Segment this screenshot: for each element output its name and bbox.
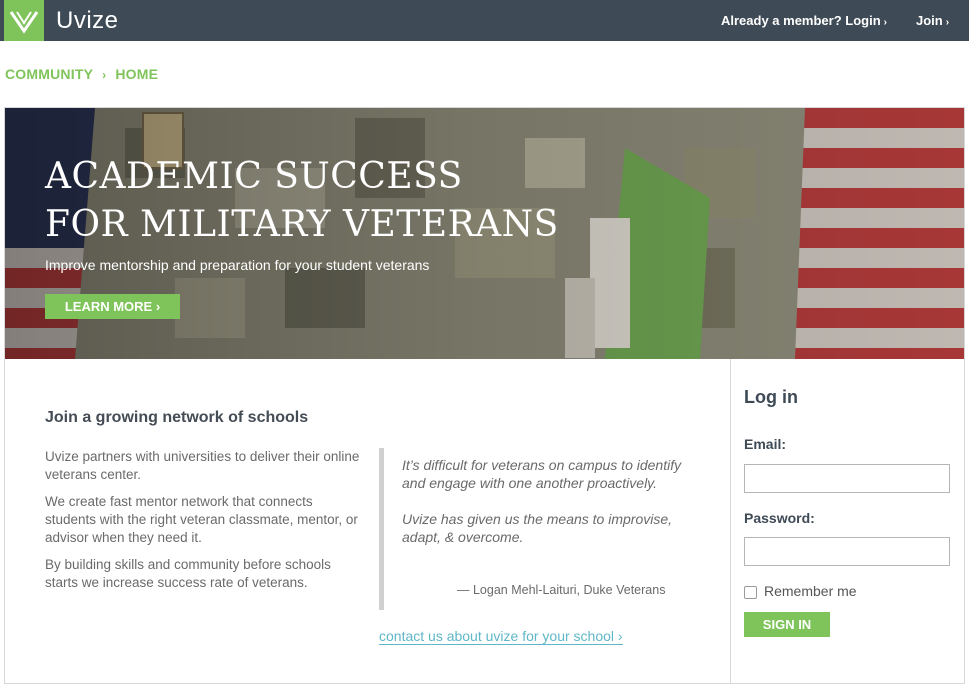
hero-title-line2: for Military Veterans <box>45 204 559 245</box>
network-heading: Join a growing network of schools <box>45 409 309 426</box>
remember-me-label[interactable]: Remember me <box>764 583 857 599</box>
sign-in-button[interactable]: Sign in <box>744 612 830 637</box>
login-link-label: Already a member? Login <box>721 13 881 28</box>
contact-school-link[interactable]: contact us about uvize for your school › <box>379 628 623 645</box>
chevron-right-icon: › <box>883 17 887 28</box>
join-link-label: Join <box>916 13 943 28</box>
hero-subtitle: Improve mentorship and preparation for y… <box>45 257 430 273</box>
remember-me-checkbox[interactable] <box>744 586 757 599</box>
learn-more-button[interactable]: Learn more › <box>45 294 180 319</box>
breadcrumb-separator: › <box>102 68 107 82</box>
password-label: Password: <box>744 510 815 526</box>
uvize-logo-icon[interactable] <box>4 0 44 41</box>
login-link[interactable]: Already a member? Login › <box>721 13 887 28</box>
join-link[interactable]: Join › <box>916 13 949 28</box>
breadcrumb-item-home[interactable]: HOME <box>115 66 158 82</box>
email-label: Email: <box>744 436 787 452</box>
content-card: Academic Success for Military Veterans Im… <box>4 107 965 684</box>
brand-name[interactable]: Uvize <box>56 7 119 35</box>
password-field[interactable] <box>744 537 950 566</box>
quote-text: Uvize has given us the means to improvis… <box>402 511 673 545</box>
intro-text: Uvize partners with universities to deli… <box>45 448 365 601</box>
quote-text: It’s difficult for veterans on campus to… <box>402 457 682 491</box>
login-title: Log in <box>744 387 798 407</box>
intro-paragraph: We create fast mentor network that conne… <box>45 494 358 545</box>
intro-paragraph: Uvize partners with universities to deli… <box>45 449 360 482</box>
login-panel: Log in Email: Password: Remember me Sign… <box>730 359 965 683</box>
hero-title: Academic Success for Military Veterans <box>45 153 559 249</box>
top-navigation-bar: Uvize Already a member? Login › Join › <box>0 0 969 41</box>
breadcrumb: COMMUNITY › HOME <box>5 66 158 82</box>
intro-paragraph: By building skills and community before … <box>45 557 331 590</box>
testimonial-quote: It’s difficult for veterans on campus to… <box>379 448 684 610</box>
hero-banner: Academic Success for Military Veterans Im… <box>5 108 964 359</box>
breadcrumb-item-community[interactable]: COMMUNITY <box>5 66 93 82</box>
email-field[interactable] <box>744 464 950 493</box>
chevron-right-icon: › <box>945 17 950 28</box>
quote-author: — Logan Mehl-Laituri, Duke Veterans <box>457 583 666 597</box>
hero-title-line1: Academic Success <box>45 156 463 197</box>
